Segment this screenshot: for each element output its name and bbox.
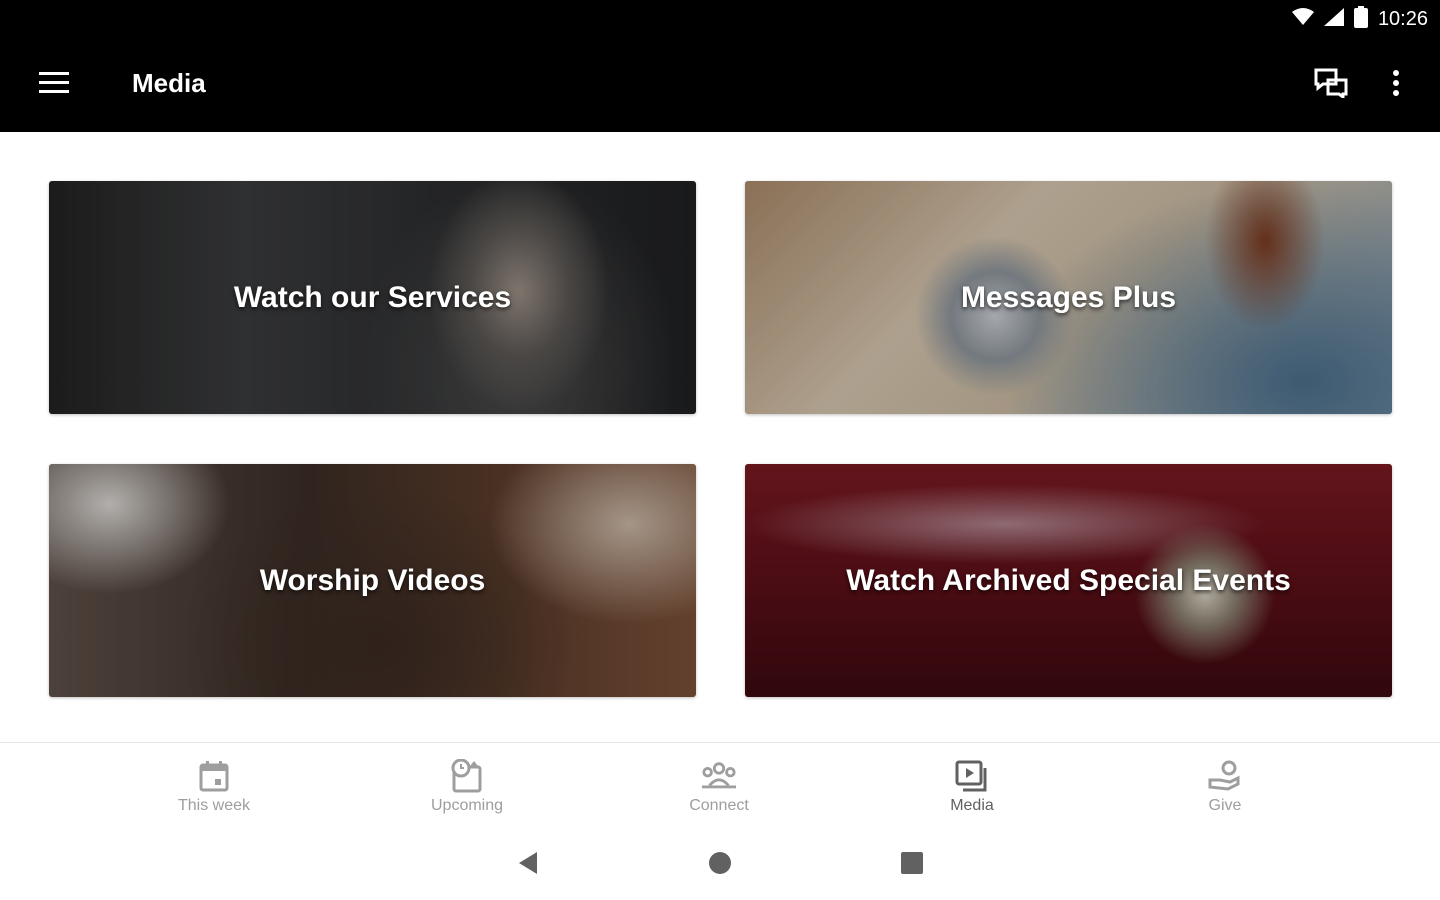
upcoming-icon	[449, 759, 485, 793]
battery-icon	[1353, 5, 1368, 33]
page-title: Media	[132, 68, 206, 98]
calendar-icon	[196, 759, 232, 793]
status-time: 10:26	[1377, 7, 1428, 30]
give-icon	[1207, 759, 1243, 793]
nav-item-connect[interactable]: Connect	[639, 743, 799, 831]
more-options-button[interactable]	[1376, 62, 1416, 108]
bottom-nav: This week Upcoming Connect Media Give	[0, 742, 1440, 830]
card-messages-plus[interactable]: Messages Plus	[745, 181, 1392, 414]
home-icon	[708, 851, 732, 880]
nav-item-give[interactable]: Give	[1145, 743, 1305, 831]
system-nav-bar	[0, 830, 1440, 900]
card-label: Worship Videos	[259, 563, 486, 597]
app-bar: Media	[0, 38, 1440, 132]
nav-label: This week	[177, 797, 251, 814]
card-watch-services[interactable]: Watch our Services	[49, 181, 696, 414]
chat-button[interactable]	[1306, 62, 1356, 108]
card-label: Watch Archived Special Events	[846, 563, 1291, 597]
nav-label: Connect	[689, 797, 749, 814]
nav-item-this-week[interactable]: This week	[134, 743, 294, 831]
menu-button[interactable]	[30, 64, 78, 106]
nav-label: Upcoming	[430, 797, 504, 814]
media-icon	[954, 759, 990, 793]
menu-icon	[39, 71, 69, 99]
card-label: Messages Plus	[960, 280, 1177, 314]
nav-label: Give	[1208, 797, 1242, 814]
back-button[interactable]	[508, 850, 548, 880]
recents-button[interactable]	[892, 850, 932, 880]
group-icon	[701, 759, 737, 793]
nav-item-upcoming[interactable]: Upcoming	[387, 743, 547, 831]
status-bar: 10:26	[0, 0, 1440, 38]
back-icon	[517, 851, 539, 880]
chat-icon	[1314, 68, 1348, 103]
signal-icon	[1323, 7, 1344, 31]
media-grid: Watch our Services Messages Plus Worship…	[0, 132, 1440, 742]
recents-icon	[900, 851, 924, 880]
card-archived-special-events[interactable]: Watch Archived Special Events	[745, 464, 1392, 697]
more-vert-icon	[1393, 69, 1399, 101]
home-button[interactable]	[700, 850, 740, 880]
wifi-icon	[1291, 7, 1314, 31]
status-icons: 10:26	[1291, 5, 1428, 33]
card-label: Watch our Services	[233, 280, 512, 314]
card-worship-videos[interactable]: Worship Videos	[49, 464, 696, 697]
nav-item-media[interactable]: Media	[892, 743, 1052, 831]
nav-label: Media	[950, 797, 994, 814]
